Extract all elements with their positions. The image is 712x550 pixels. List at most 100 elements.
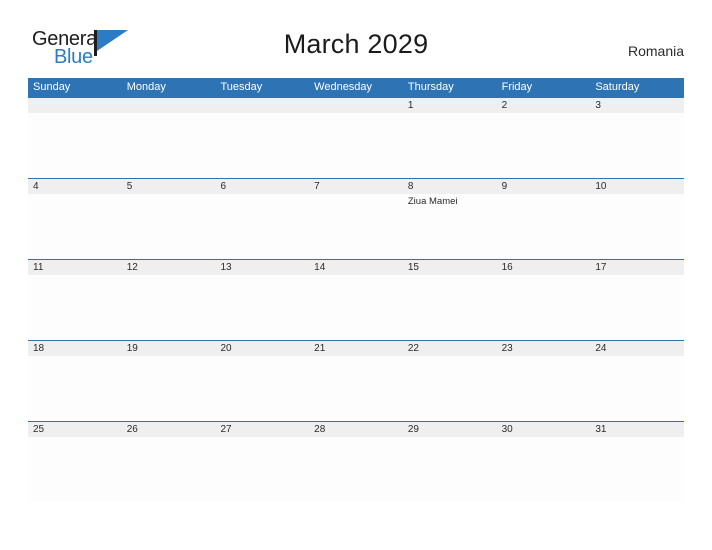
day-cell[interactable]: 6 <box>215 179 310 259</box>
day-events <box>309 113 403 115</box>
day-cell[interactable]: 22 <box>402 341 497 421</box>
day-events <box>122 194 216 196</box>
day-cell[interactable]: 16 <box>496 260 591 340</box>
day-cell[interactable]: 18 <box>28 341 122 421</box>
calendar-page: General Blue March 2029 Romania Sunday Mo… <box>0 0 712 550</box>
day-number-band <box>121 98 216 113</box>
day-number: 23 <box>501 343 513 354</box>
day-cell[interactable]: 15 <box>402 260 497 340</box>
day-cell[interactable]: 13 <box>215 260 310 340</box>
day-cell[interactable]: 8 Ziua Mamei <box>402 179 497 259</box>
day-cell[interactable]: 2 <box>496 98 591 178</box>
day-cell[interactable] <box>309 98 403 178</box>
day-number-band: 3 <box>590 98 685 113</box>
weekday-header-wednesday: Wednesday <box>314 81 373 93</box>
day-cell[interactable]: 1 <box>402 98 497 178</box>
day-number-band <box>28 98 122 113</box>
day-events <box>28 275 122 277</box>
day-cell[interactable] <box>28 98 122 178</box>
day-number: 26 <box>126 424 138 435</box>
day-number: 15 <box>407 262 419 273</box>
day-cell[interactable]: 30 <box>496 422 591 502</box>
day-cell[interactable]: 12 <box>121 260 216 340</box>
day-cell[interactable]: 10 <box>590 179 685 259</box>
day-number: 11 <box>33 262 44 273</box>
day-cell[interactable]: 17 <box>590 260 685 340</box>
day-events <box>122 275 216 277</box>
calendar-week-row: 1 2 3 <box>28 97 685 178</box>
calendar-week-row: 18 19 20 21 22 23 24 <box>28 340 685 421</box>
day-cell[interactable]: 23 <box>496 341 591 421</box>
day-number: 22 <box>407 343 419 354</box>
day-number-band: 2 <box>496 98 591 113</box>
day-events <box>590 275 684 277</box>
weekday-header-friday: Friday <box>501 81 533 93</box>
day-number-band: 10 <box>590 179 685 194</box>
day-number-band: 19 <box>121 341 216 356</box>
day-events <box>590 194 684 196</box>
day-number-band: 13 <box>215 260 310 275</box>
day-events <box>497 113 591 115</box>
day-events <box>403 437 497 439</box>
day-cell[interactable]: 26 <box>121 422 216 502</box>
day-cell[interactable]: 11 <box>28 260 122 340</box>
weekday-header-thursday: Thursday <box>407 81 454 93</box>
day-number-band: 1 <box>402 98 497 113</box>
day-cell[interactable]: 25 <box>28 422 122 502</box>
day-number: 1 <box>407 100 414 111</box>
day-cell[interactable]: 24 <box>590 341 685 421</box>
day-cell[interactable]: 14 <box>309 260 403 340</box>
day-cell[interactable]: 28 <box>309 422 403 502</box>
day-events <box>215 356 309 358</box>
day-cell[interactable]: 31 <box>590 422 685 502</box>
day-cell[interactable]: 3 <box>590 98 685 178</box>
day-number: 6 <box>220 181 226 192</box>
holiday-label: Ziua Mamei <box>407 196 458 207</box>
day-number: 12 <box>126 262 138 273</box>
day-cell[interactable]: 19 <box>121 341 216 421</box>
day-number-band: 6 <box>215 179 310 194</box>
day-number: 9 <box>501 181 508 192</box>
day-cell[interactable]: 5 <box>121 179 216 259</box>
day-cell[interactable] <box>215 98 310 178</box>
day-number: 14 <box>314 262 326 273</box>
day-cell[interactable]: 7 <box>309 179 403 259</box>
day-cell[interactable]: 27 <box>215 422 310 502</box>
day-number: 29 <box>407 424 419 435</box>
day-number-band: 14 <box>309 260 403 275</box>
day-events <box>215 113 309 115</box>
day-events <box>590 113 684 115</box>
calendar-week-row: 25 26 27 28 29 30 31 <box>28 421 685 502</box>
day-number: 25 <box>33 424 45 435</box>
day-number: 31 <box>595 424 607 435</box>
day-number-band: 20 <box>215 341 310 356</box>
day-cell[interactable]: 21 <box>309 341 403 421</box>
day-number-band: 4 <box>28 179 122 194</box>
page-header: General Blue March 2029 Romania <box>0 0 712 78</box>
day-number: 2 <box>501 100 508 111</box>
day-events <box>497 275 591 277</box>
day-number: 20 <box>220 343 232 354</box>
day-events <box>28 356 122 358</box>
day-events <box>497 356 591 358</box>
day-cell[interactable] <box>121 98 216 178</box>
day-events <box>497 194 591 196</box>
day-number-band: 28 <box>309 422 403 437</box>
day-number: 7 <box>314 181 320 192</box>
day-cell[interactable]: 29 <box>402 422 497 502</box>
day-number: 4 <box>33 181 39 192</box>
weekday-header-tuesday: Tuesday <box>220 81 263 93</box>
day-events <box>497 437 591 439</box>
day-events <box>122 113 216 115</box>
day-events <box>309 437 403 439</box>
day-number-band: 8 <box>402 179 497 194</box>
week-body: 11 12 13 14 15 16 17 <box>28 260 685 340</box>
day-cell[interactable]: 9 <box>496 179 591 259</box>
day-events: Ziua Mamei <box>403 194 497 208</box>
day-number-band: 12 <box>121 260 216 275</box>
day-number-band: 27 <box>215 422 310 437</box>
day-cell[interactable]: 20 <box>215 341 310 421</box>
day-number: 13 <box>220 262 232 273</box>
day-number: 21 <box>314 343 326 354</box>
day-cell[interactable]: 4 <box>28 179 122 259</box>
